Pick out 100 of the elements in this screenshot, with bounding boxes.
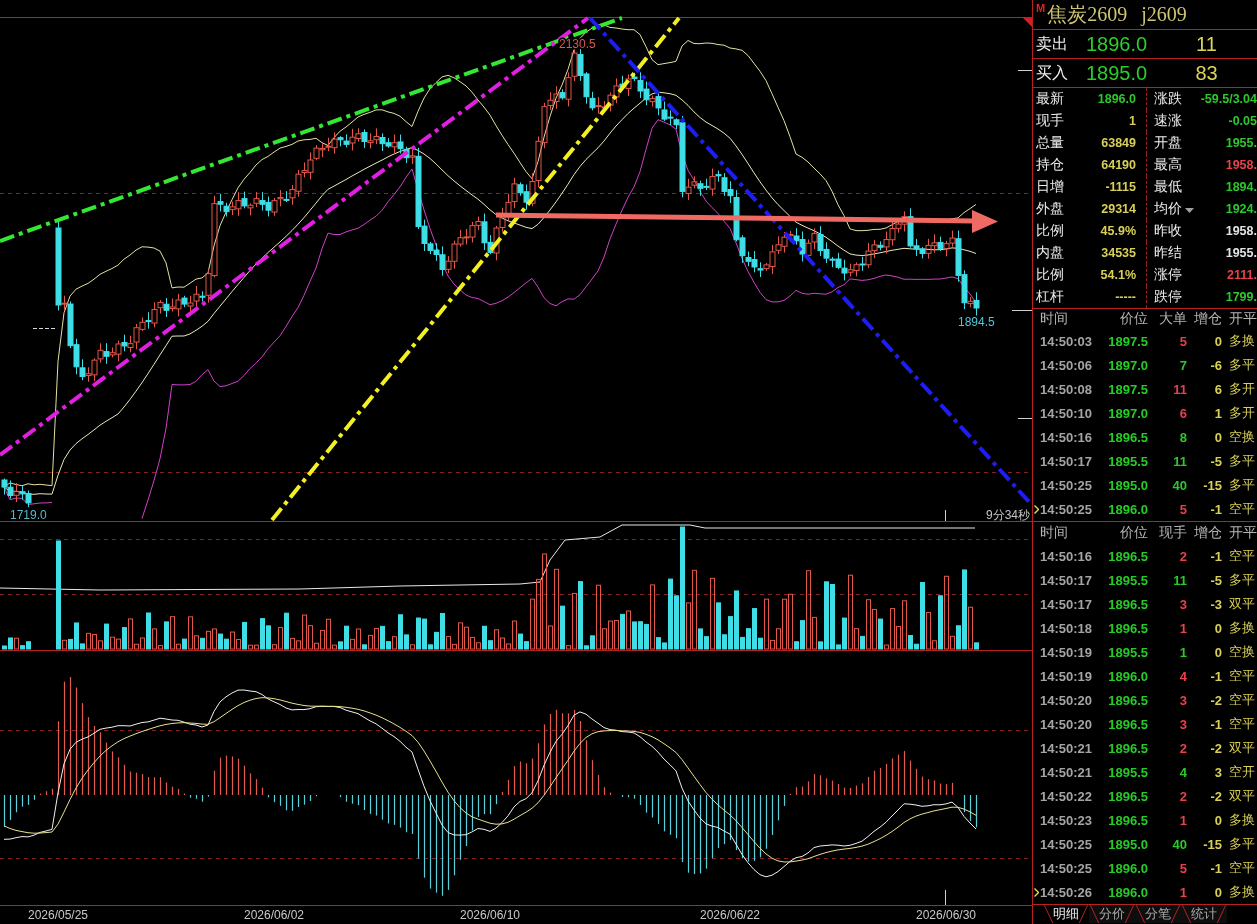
time-cell-text: 14:50:17	[1040, 596, 1094, 612]
stat-value: 1896.0	[1096, 92, 1136, 106]
trade-type-cell-text: 双平	[1228, 595, 1256, 613]
trade-type-cell-text: 双平	[1228, 739, 1256, 757]
price-cell-text: 1897.0	[1107, 357, 1148, 373]
position-change-cell-text: 0	[1213, 812, 1222, 828]
stat-value: 34535	[1100, 246, 1136, 260]
price-cell-text: 1896.5	[1107, 740, 1148, 756]
time-cell-text: 14:50:25	[1040, 860, 1094, 876]
price-cell-text: 1896.5	[1107, 716, 1148, 732]
stat-value: 1955.	[1224, 136, 1257, 150]
stat-value: 1958.	[1224, 158, 1257, 172]
stat-label: 最高	[1154, 156, 1182, 174]
time-cell-text: 14:50:17	[1040, 572, 1094, 588]
price-cell-text: 1895.5	[1107, 453, 1148, 469]
price-cell-text: 1896.5	[1107, 429, 1148, 445]
column-header: 开平	[1228, 310, 1257, 328]
trade-type-cell-text: 多换	[1228, 811, 1256, 829]
stat-label: 比例	[1036, 222, 1064, 240]
price-cell-text: 1897.5	[1107, 381, 1148, 397]
column-header: 增仓	[1193, 310, 1222, 328]
position-change-cell-text: -5	[1209, 453, 1222, 469]
column-header: 开平	[1228, 524, 1257, 542]
price-cell-text: 1896.5	[1107, 788, 1148, 804]
stat-label: 杠杆	[1036, 288, 1064, 306]
column-header: 时间	[1040, 524, 1069, 542]
price-cell-text: 1896.5	[1107, 596, 1148, 612]
price-cell-text: 1896.5	[1107, 812, 1148, 828]
time-cell-text: 14:50:16	[1040, 429, 1094, 445]
time-cell-text: 14:50:25	[1040, 501, 1094, 517]
volume-cell-text: 5	[1178, 333, 1187, 349]
stat-value: 29314	[1100, 202, 1136, 216]
price-cell-text: 1896.5	[1107, 620, 1148, 636]
trade-type-cell-text: 空平	[1228, 500, 1256, 518]
price-cell-text: 1896.5	[1107, 692, 1148, 708]
date-label: 2026/05/25	[27, 908, 89, 922]
volume-cell-text: 5	[1178, 501, 1187, 517]
time-cell-text: 14:50:23	[1040, 812, 1094, 828]
time-cell-text: 14:50:19	[1040, 668, 1094, 684]
position-change-cell-text: 0	[1213, 620, 1222, 636]
time-cell-text: 14:50:26	[1040, 884, 1094, 900]
stat-label: 外盘	[1036, 200, 1064, 218]
volume-cell-text: 11	[1172, 381, 1187, 397]
column-header: 现手	[1158, 524, 1187, 542]
volume-cell-text: 11	[1172, 572, 1187, 588]
position-change-cell-text: -6	[1209, 357, 1222, 373]
trade-type-cell-text: 多平	[1228, 835, 1256, 853]
position-change-cell-text: 0	[1213, 333, 1222, 349]
volume-cell-text: 40	[1171, 477, 1187, 493]
trade-type-cell-text: 多换	[1228, 332, 1256, 350]
trade-type-cell-text: 多平	[1228, 452, 1256, 470]
volume-cell-text: 40	[1171, 836, 1187, 852]
stat-value: -1115	[1104, 180, 1136, 194]
countdown-label: 9分34秒	[986, 508, 1031, 522]
trade-type-cell-text: 空平	[1228, 667, 1256, 685]
trade-type-cell-text: 多换	[1228, 619, 1256, 637]
time-cell-text: 14:50:17	[1040, 453, 1094, 469]
stat-label: 昨结	[1154, 244, 1182, 262]
price-cell-text: 1896.0	[1107, 501, 1148, 517]
position-change-cell-text: -1	[1209, 668, 1222, 684]
contract-name: 焦炭2609	[1047, 2, 1128, 27]
triangle-icon	[1023, 18, 1032, 27]
dashed-marker-line	[32, 328, 57, 329]
tab[interactable]: 明细	[1043, 905, 1089, 923]
dropdown-caret-icon[interactable]	[1185, 208, 1194, 213]
stat-label: 速涨	[1154, 112, 1182, 130]
time-cell-text: 14:50:16	[1040, 548, 1094, 564]
stat-value: 1924.	[1224, 202, 1257, 216]
stat-value: 1894.	[1224, 180, 1257, 194]
tab[interactable]: 分价	[1089, 905, 1135, 923]
position-change-cell-text: -2	[1209, 692, 1222, 708]
date-label: 2026/06/02	[243, 908, 305, 922]
quote-price: 1895.0	[1086, 61, 1149, 85]
volume-cell-text: 5	[1178, 860, 1187, 876]
volume-cell-text: 3	[1178, 692, 1187, 708]
time-cell-text: 14:50:03	[1040, 333, 1094, 349]
trade-type-cell-text: 空平	[1228, 715, 1256, 733]
date-label: 2026/06/22	[699, 908, 761, 922]
volume-cell-text: 4	[1178, 668, 1187, 684]
trade-type-cell-text: 多开	[1228, 380, 1256, 398]
time-cell-text: 14:50:19	[1040, 644, 1094, 660]
position-change-cell-text: 0	[1213, 429, 1222, 445]
stat-label: 跌停	[1154, 288, 1182, 306]
volume-cell-text: 1	[1178, 620, 1187, 636]
position-change-cell-text: 6	[1213, 381, 1222, 397]
stat-value: 64190	[1100, 158, 1136, 172]
price-label: 1894.5	[958, 315, 995, 329]
price-cell-text: 1895.5	[1107, 644, 1148, 660]
position-change-cell-text: 0	[1213, 884, 1222, 900]
tab[interactable]: 分笔	[1135, 905, 1181, 923]
price-cell-text: 1897.5	[1107, 333, 1148, 349]
price-cell-text: 1895.0	[1107, 477, 1148, 493]
position-change-cell-text: -1	[1209, 860, 1222, 876]
volume-cell-text: 2	[1178, 740, 1187, 756]
position-change-cell-text: -2	[1209, 740, 1222, 756]
price-cell-text: 1896.5	[1107, 548, 1148, 564]
stat-label: 比例	[1036, 266, 1064, 284]
tab[interactable]: 统计	[1181, 905, 1227, 923]
stat-label: 均价	[1154, 200, 1182, 218]
time-cell-text: 14:50:18	[1040, 620, 1094, 636]
